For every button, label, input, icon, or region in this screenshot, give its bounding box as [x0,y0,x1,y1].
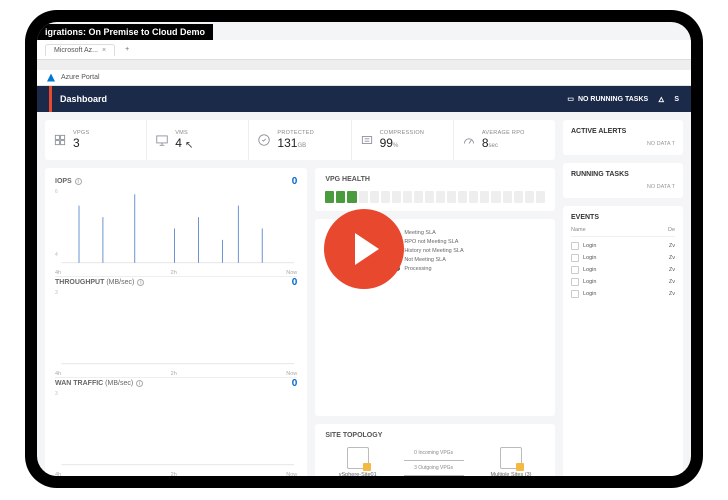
info-icon[interactable]: i [137,279,144,286]
health-square[interactable] [336,191,345,203]
kpi-protected[interactable]: PROTECTED131GB [249,120,351,160]
tab-label: Microsoft Az... [54,47,98,54]
legend-item: History not Meeting SLA [395,248,463,254]
wan-sparkline [55,391,297,470]
compression-icon [360,133,374,147]
health-square[interactable] [414,191,423,203]
multisite-icon [500,447,522,469]
health-square[interactable] [370,191,379,203]
chart-wan: WAN TRAFFIC (MB/sec)i 0 3 4h2hNow [55,378,297,476]
dashboard-header: Dashboard ▭ NO RUNNING TASKS 🜂 S [37,86,691,112]
play-button[interactable] [324,209,404,289]
shield-icon [257,133,271,147]
screen: igrations: On Premise to Cloud Demo Micr… [37,22,691,476]
gauge-icon [462,133,476,147]
health-square[interactable] [503,191,512,203]
browser-addressbar[interactable] [37,60,691,70]
vpg-health-card: VPG HEALTH [315,168,555,211]
tablet-frame: igrations: On Premise to Cloud Demo Micr… [25,10,703,488]
health-square[interactable] [491,191,500,203]
throughput-sparkline [55,290,297,369]
window-titlebar: igrations: On Premise to Cloud Demo [37,24,213,40]
legend-item: Not Meeting SLA [395,257,463,263]
site-topology-card: SITE TOPOLOGY vSphere-Site01 0 Incoming … [315,424,555,476]
site-icon [347,447,369,469]
azure-label: Azure Portal [61,74,100,81]
running-tasks-card: RUNNING TASKS NO DATA T [563,163,683,198]
event-icon [571,266,579,274]
legend-item: Processing [395,266,463,272]
dashboard-content: VPGS3 VMS4 PROTECTED131GB COMPRESSION99% [37,112,691,476]
health-squares [325,191,545,203]
event-icon [571,242,579,250]
new-tab-button[interactable]: + [119,46,135,53]
close-icon[interactable]: × [102,47,106,54]
topology-arrows: 0 Incoming VPGs 3 Outgoing VPGs [404,450,464,476]
legend-item: Meeting SLA [395,230,463,236]
event-row[interactable]: LoginZv [571,252,675,264]
vms-icon [155,133,169,147]
play-icon [355,233,379,265]
azure-logo-icon [47,74,55,82]
vpgs-icon [53,133,67,147]
user-menu[interactable]: S [674,96,679,103]
kpi-avgrpo[interactable]: AVERAGE RPO8sec [454,120,555,160]
health-square[interactable] [392,191,401,203]
chart-throughput: THROUGHPUT (MB/sec)i 0 3 4h2hNow [55,277,297,378]
health-square[interactable] [480,191,489,203]
topology-target[interactable]: Multiple Sites (3) [491,447,532,476]
bell-icon[interactable]: 🜂 [658,92,664,106]
event-icon [571,290,579,298]
event-row[interactable]: LoginZv [571,276,675,288]
charts-panel: IOPSi 0 64 4h2hNow THR [45,168,307,476]
events-card: EVENTS NameDe LoginZvLoginZvLoginZvLogin… [563,206,683,476]
health-square[interactable] [458,191,467,203]
event-icon [571,278,579,286]
event-row[interactable]: LoginZv [571,264,675,276]
kpi-compression[interactable]: COMPRESSION99% [352,120,454,160]
health-square[interactable] [536,191,545,203]
sla-legend: Meeting SLA RPO not Meeting SLA History no… [395,230,463,275]
health-square[interactable] [436,191,445,203]
health-square[interactable] [381,191,390,203]
tasks-icon: ▭ [567,95,574,103]
health-square[interactable] [347,191,356,203]
no-running-tasks[interactable]: ▭ NO RUNNING TASKS [567,95,648,103]
topology-source[interactable]: vSphere-Site01 [339,447,377,476]
health-square[interactable] [403,191,412,203]
health-square[interactable] [514,191,523,203]
azure-portal-bar: Azure Portal [37,70,691,86]
event-icon [571,254,579,262]
browser-tabbar: Microsoft Az... × + [37,40,691,60]
event-row[interactable]: LoginZv [571,288,675,300]
browser-tab[interactable]: Microsoft Az... × [45,44,115,56]
info-icon[interactable]: i [75,178,82,185]
kpi-vms[interactable]: VMS4 [147,120,249,160]
iops-sparkline [55,189,297,268]
event-row[interactable]: LoginZv [571,240,675,252]
page-title: Dashboard [49,86,107,112]
health-square[interactable] [469,191,478,203]
health-square[interactable] [425,191,434,203]
kpi-vpgs[interactable]: VPGS3 [45,120,147,160]
active-alerts-card: ACTIVE ALERTS NO DATA T [563,120,683,155]
kpi-bar: VPGS3 VMS4 PROTECTED131GB COMPRESSION99% [45,120,555,160]
health-square[interactable] [447,191,456,203]
legend-item: RPO not Meeting SLA [395,239,463,245]
chart-iops: IOPSi 0 64 4h2hNow [55,176,297,277]
health-square[interactable] [359,191,368,203]
info-icon[interactable]: i [136,380,143,387]
health-square[interactable] [525,191,534,203]
health-square[interactable] [325,191,334,203]
